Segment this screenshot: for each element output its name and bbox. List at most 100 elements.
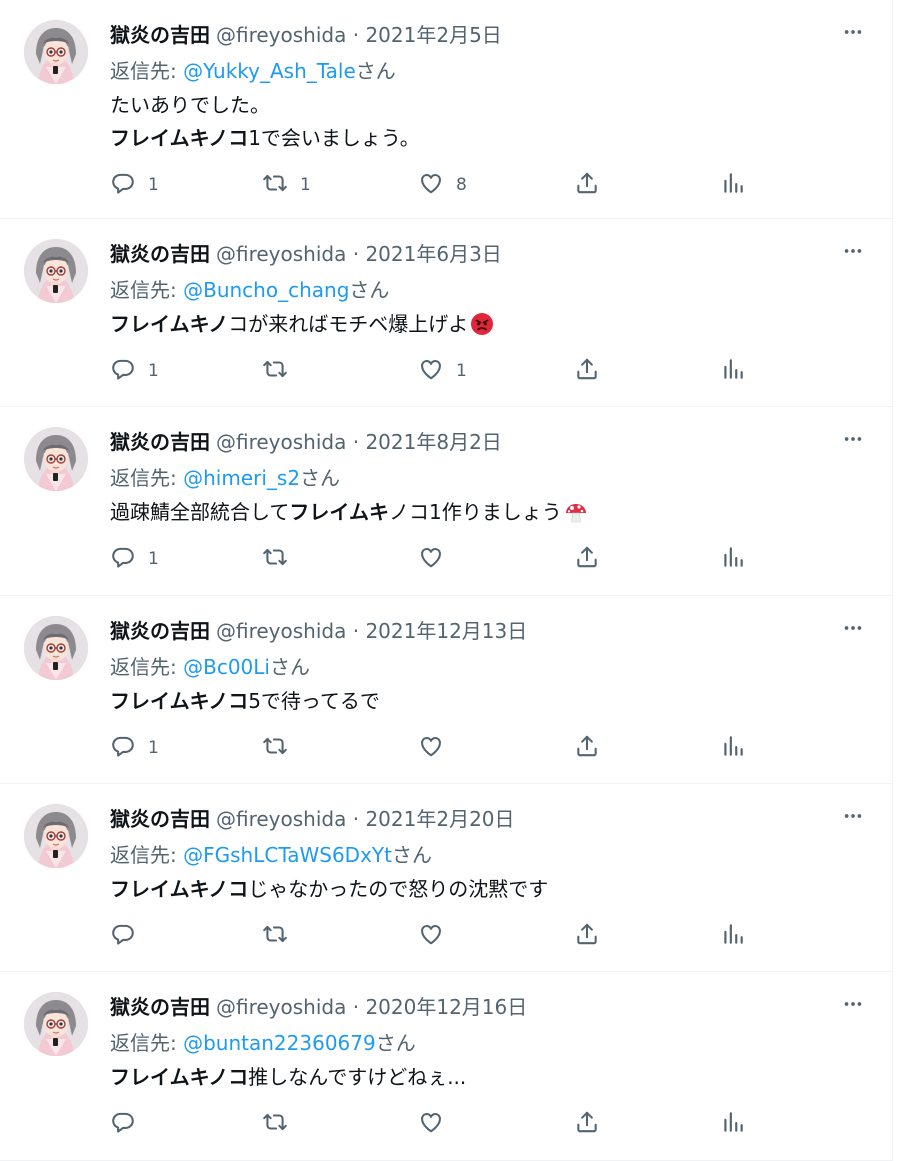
tweet[interactable]: 獄炎の吉田 @fireyoshida · 2021年12月13日 返信先: @Bc0… [0, 596, 892, 784]
avatar[interactable] [24, 239, 88, 303]
action-bar: 1 [0, 731, 892, 765]
tweet-body: フレイムキノコが来ればモチベ爆上げよ [110, 308, 494, 341]
avatar[interactable] [24, 616, 88, 680]
analytics-button[interactable] [720, 168, 746, 202]
avatar[interactable] [24, 20, 88, 84]
share-icon [574, 356, 600, 386]
reply-count: 1 [148, 549, 159, 569]
analytics-icon [720, 921, 746, 951]
like-button[interactable]: 8 [418, 168, 467, 202]
retweet-button[interactable] [262, 542, 300, 576]
display-name[interactable]: 獄炎の吉田 [110, 995, 210, 1019]
display-name[interactable]: 獄炎の吉田 [110, 430, 210, 454]
more-button[interactable] [838, 804, 868, 832]
more-button[interactable] [838, 992, 868, 1020]
analytics-button[interactable] [720, 1107, 746, 1141]
tweet-bold-text: フレイムキノ [110, 312, 229, 336]
tweet-date[interactable]: 2020年12月16日 [365, 995, 527, 1019]
mention-link[interactable]: @buntan22360679 [183, 1031, 376, 1055]
retweet-button[interactable] [262, 1107, 300, 1141]
share-button[interactable] [574, 542, 600, 576]
tweet[interactable]: 獄炎の吉田 @fireyoshida · 2020年12月16日 返信先: @bun… [0, 972, 892, 1161]
mention-link[interactable]: @himeri_s2 [183, 466, 300, 490]
retweet-button[interactable]: 1 [262, 168, 311, 202]
retweet-button[interactable] [262, 919, 300, 953]
user-handle[interactable]: @fireyoshida [216, 242, 346, 266]
user-handle[interactable]: @fireyoshida [216, 23, 346, 47]
reply-to-label: 返信先: [110, 278, 184, 302]
mention-link[interactable]: @FGshLCTaWS6DxYt [183, 843, 392, 867]
more-button[interactable] [838, 616, 868, 644]
like-button[interactable]: 1 [418, 354, 467, 388]
tweet-text-line: たいありでした。 [110, 93, 270, 117]
tweet-date[interactable]: 2021年2月20日 [365, 807, 514, 831]
analytics-button[interactable] [720, 354, 746, 388]
mention-link[interactable]: @Yukky_Ash_Tale [183, 59, 356, 83]
analytics-button[interactable] [720, 919, 746, 953]
separator: · [352, 430, 360, 454]
more-button[interactable] [838, 239, 868, 267]
tweet-header: 獄炎の吉田 @fireyoshida · 2021年2月5日 [110, 19, 502, 51]
user-handle[interactable]: @fireyoshida [216, 995, 346, 1019]
avatar[interactable] [24, 992, 88, 1056]
mention-link[interactable]: @Buncho_chang [183, 278, 349, 302]
more-icon [842, 21, 864, 47]
tweet-text: コが来ればモチベ爆上げよ [228, 312, 469, 336]
reply-button[interactable]: 1 [110, 168, 159, 202]
share-button[interactable] [574, 731, 600, 765]
more-button[interactable] [838, 427, 868, 455]
tweet-date[interactable]: 2021年6月3日 [365, 242, 501, 266]
user-handle[interactable]: @fireyoshida [216, 619, 346, 643]
reply-button[interactable]: 1 [110, 354, 159, 388]
tweet-header: 獄炎の吉田 @fireyoshida · 2021年6月3日 [110, 238, 502, 270]
avatar[interactable] [24, 427, 88, 491]
user-handle[interactable]: @fireyoshida [216, 807, 346, 831]
retweet-button[interactable] [262, 731, 300, 765]
separator: · [352, 23, 360, 47]
share-button[interactable] [574, 1107, 600, 1141]
avatar[interactable] [24, 804, 88, 868]
tweet-date[interactable]: 2021年12月13日 [365, 619, 527, 643]
tweet-text-line: フレイムキノコじゃなかったので怒りの沈黙です [110, 873, 548, 906]
reply-count: 1 [148, 738, 159, 758]
separator: · [352, 242, 360, 266]
tweet[interactable]: 獄炎の吉田 @fireyoshida · 2021年8月2日返信先: @himer… [0, 407, 892, 596]
tweet-date[interactable]: 2021年2月5日 [365, 23, 501, 47]
share-button[interactable] [574, 354, 600, 388]
more-icon [842, 240, 864, 266]
more-button[interactable] [838, 20, 868, 48]
reply-button[interactable]: 1 [110, 542, 159, 576]
tweet-body: たいありでした。 フレイムキノコ1で会いましょう。 [110, 89, 420, 155]
retweet-button[interactable] [262, 354, 300, 388]
tweet[interactable]: 獄炎の吉田 @fireyoshida · 2021年2月20日 返信先: @FGsh… [0, 784, 892, 972]
avatar-image [24, 427, 88, 491]
reply-button[interactable] [110, 1107, 148, 1141]
mention-link[interactable]: @Bc00Li [183, 655, 270, 679]
avatar-image [24, 20, 88, 84]
tweet[interactable]: 獄炎の吉田 @fireyoshida · 2021年6月3日返信先: @Bunch… [0, 219, 892, 407]
display-name[interactable]: 獄炎の吉田 [110, 23, 210, 47]
tweet-text: 過疎鯖全部統合して [110, 500, 290, 524]
like-button[interactable] [418, 919, 456, 953]
display-name[interactable]: 獄炎の吉田 [110, 807, 210, 831]
share-button[interactable] [574, 919, 600, 953]
tweet-header: 獄炎の吉田 @fireyoshida · 2021年2月20日 [110, 803, 515, 835]
like-button[interactable] [418, 1107, 456, 1141]
tweet-header: 獄炎の吉田 @fireyoshida · 2021年8月2日 [110, 426, 502, 458]
analytics-button[interactable] [720, 542, 746, 576]
display-name[interactable]: 獄炎の吉田 [110, 242, 210, 266]
tweet-date[interactable]: 2021年8月2日 [365, 430, 501, 454]
like-button[interactable] [418, 731, 456, 765]
display-name[interactable]: 獄炎の吉田 [110, 619, 210, 643]
reply-button[interactable]: 1 [110, 731, 159, 765]
tweet-text-line: フレイムキノコ5で待ってるで [110, 685, 380, 718]
tweet-text-line: フレイムキノコが来ればモチベ爆上げよ [110, 308, 494, 341]
like-button[interactable] [418, 542, 456, 576]
analytics-button[interactable] [720, 731, 746, 765]
tweet[interactable]: 獄炎の吉田 @fireyoshida · 2021年2月5日 返信先: @Yukky… [0, 0, 892, 219]
user-handle[interactable]: @fireyoshida [216, 430, 346, 454]
reply-to-label: 返信先: [110, 466, 184, 490]
reply-button[interactable] [110, 919, 148, 953]
retweet-icon [262, 356, 288, 386]
share-button[interactable] [574, 168, 600, 202]
